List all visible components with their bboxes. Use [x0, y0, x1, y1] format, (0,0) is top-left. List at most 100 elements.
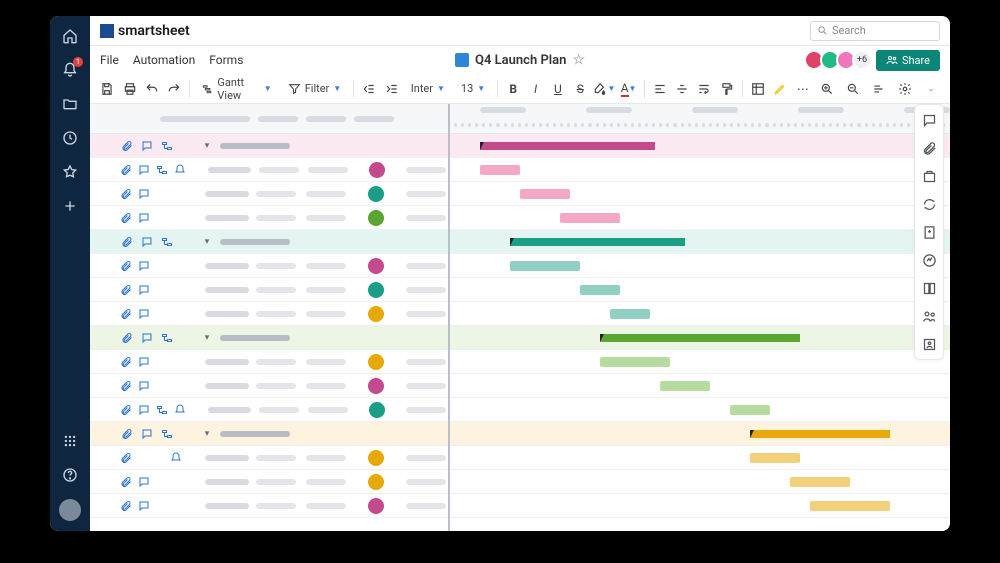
predecessor-icon[interactable] — [154, 451, 164, 465]
assignee-avatar[interactable] — [368, 378, 384, 394]
reminder-icon[interactable] — [172, 187, 182, 201]
reminder-icon[interactable] — [172, 355, 182, 369]
home-icon[interactable] — [60, 26, 80, 46]
collapse-toolbar-icon[interactable]: ⌄ — [920, 78, 942, 100]
document-title[interactable]: Q4 Launch Plan ☆ — [455, 52, 585, 68]
attachment-icon[interactable] — [120, 475, 132, 489]
gantt-summary-bar[interactable] — [510, 238, 685, 246]
predecessor-icon[interactable] — [160, 427, 174, 441]
comment-icon[interactable] — [138, 475, 150, 489]
predecessor-icon[interactable] — [156, 187, 166, 201]
proofs-icon[interactable] — [920, 167, 938, 185]
assignee-avatar[interactable] — [368, 258, 384, 274]
task-row[interactable] — [90, 494, 448, 518]
gantt-task-bar[interactable] — [660, 381, 710, 391]
baselines-icon[interactable] — [868, 78, 890, 100]
attachment-icon[interactable] — [120, 235, 134, 249]
comment-icon[interactable] — [138, 283, 150, 297]
gantt-task-bar[interactable] — [580, 285, 620, 295]
reminder-icon[interactable] — [170, 451, 182, 465]
strikethrough-icon[interactable]: S — [571, 78, 589, 100]
summary-icon[interactable] — [920, 279, 938, 297]
gantt-task-bar[interactable] — [560, 213, 620, 223]
task-row[interactable] — [90, 446, 448, 470]
comment-icon[interactable] — [140, 331, 154, 345]
reminder-icon[interactable] — [172, 307, 182, 321]
gantt-task-bar[interactable] — [730, 405, 770, 415]
comment-icon[interactable] — [138, 163, 150, 177]
assignee-avatar[interactable] — [368, 354, 384, 370]
reminder-icon[interactable] — [174, 403, 186, 417]
text-color-icon[interactable]: A▼ — [619, 78, 637, 100]
favorite-star-icon[interactable]: ☆ — [572, 52, 585, 68]
gantt-task-bar[interactable] — [520, 189, 570, 199]
redo-icon[interactable] — [165, 78, 183, 100]
assignee-avatar[interactable] — [369, 162, 385, 178]
parent-row[interactable]: ▾ — [90, 230, 448, 254]
attachments-icon[interactable] — [920, 139, 938, 157]
browse-icon[interactable] — [60, 94, 80, 114]
work-insights-icon[interactable] — [920, 307, 938, 325]
attachment-icon[interactable] — [120, 331, 134, 345]
comment-icon[interactable] — [138, 187, 150, 201]
view-switcher[interactable]: Gantt View ▼ — [196, 78, 277, 100]
predecessor-icon[interactable] — [156, 355, 166, 369]
attachment-icon[interactable] — [120, 355, 132, 369]
predecessor-icon[interactable] — [156, 379, 166, 393]
gantt-task-bar[interactable] — [510, 261, 580, 271]
attachment-icon[interactable] — [120, 427, 134, 441]
predecessor-icon[interactable] — [156, 403, 168, 417]
menu-automation[interactable]: Automation — [133, 53, 195, 67]
wrap-text-icon[interactable] — [695, 78, 713, 100]
comment-icon[interactable] — [138, 259, 150, 273]
italic-icon[interactable]: I — [526, 78, 544, 100]
expand-toggle-icon[interactable]: ▾ — [200, 333, 214, 343]
comment-icon[interactable] — [140, 235, 154, 249]
gantt-task-bar[interactable] — [610, 309, 650, 319]
gantt-task-bar[interactable] — [790, 477, 850, 487]
reminder-icon[interactable] — [172, 475, 182, 489]
comment-icon[interactable] — [138, 307, 150, 321]
share-button[interactable]: Share — [876, 50, 940, 71]
reminder-icon[interactable] — [172, 499, 182, 513]
conversations-icon[interactable] — [920, 111, 938, 129]
parent-row[interactable]: ▾ — [90, 326, 448, 350]
reminder-icon[interactable] — [172, 283, 182, 297]
comment-icon[interactable] — [138, 379, 150, 393]
zoom-out-icon[interactable] — [842, 78, 864, 100]
predecessor-icon[interactable] — [156, 475, 166, 489]
gantt-summary-bar[interactable] — [480, 142, 655, 150]
more-toolbar-icon[interactable]: ⋯ — [794, 78, 812, 100]
task-row[interactable] — [90, 158, 448, 182]
assignee-avatar[interactable] — [368, 186, 384, 202]
gantt-task-bar[interactable] — [600, 357, 670, 367]
expand-toggle-icon[interactable]: ▾ — [200, 141, 214, 151]
predecessor-icon[interactable] — [156, 211, 166, 225]
help-icon[interactable] — [60, 465, 80, 485]
task-row[interactable] — [90, 206, 448, 230]
attachment-icon[interactable] — [120, 499, 132, 513]
attachment-icon[interactable] — [120, 403, 132, 417]
font-size-dropdown[interactable]: 13▼ — [455, 78, 491, 100]
predecessor-icon[interactable] — [156, 163, 168, 177]
menu-file[interactable]: File — [100, 53, 119, 67]
reminder-icon[interactable] — [172, 211, 182, 225]
task-row[interactable] — [90, 398, 448, 422]
launcher-icon[interactable] — [60, 431, 80, 451]
task-row[interactable] — [90, 254, 448, 278]
task-row[interactable] — [90, 374, 448, 398]
gantt-summary-bar[interactable] — [600, 334, 800, 342]
favorites-icon[interactable] — [60, 162, 80, 182]
notifications-icon[interactable]: 1 — [60, 60, 80, 80]
conditional-format-icon[interactable] — [749, 78, 767, 100]
filter-dropdown[interactable]: Filter ▼ — [282, 78, 348, 100]
align-left-icon[interactable] — [651, 78, 669, 100]
bold-icon[interactable]: B — [504, 78, 522, 100]
predecessor-icon[interactable] — [156, 499, 166, 513]
assignee-avatar[interactable] — [369, 402, 385, 418]
attachment-icon[interactable] — [120, 139, 134, 153]
expand-toggle-icon[interactable]: ▾ — [200, 237, 214, 247]
comment-icon[interactable] — [140, 139, 154, 153]
predecessor-icon[interactable] — [160, 235, 174, 249]
undo-icon[interactable] — [143, 78, 161, 100]
